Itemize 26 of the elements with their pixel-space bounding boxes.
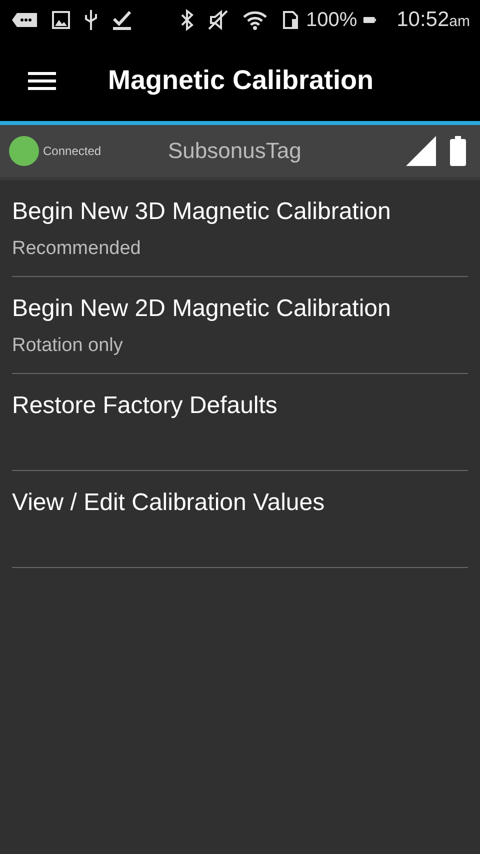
image-icon bbox=[52, 11, 70, 29]
item-subtitle: Rotation only bbox=[12, 335, 124, 357]
menu-icon[interactable] bbox=[28, 70, 56, 90]
item-title: Restore Factory Defaults bbox=[12, 392, 278, 420]
battery-percentage: 100% bbox=[306, 8, 358, 32]
item-subtitle: Recommended bbox=[12, 238, 142, 260]
menu-item[interactable]: View / Edit Calibration Values bbox=[12, 471, 468, 568]
message-icon bbox=[12, 12, 38, 28]
item-title: View / Edit Calibration Values bbox=[12, 489, 326, 517]
download-check-icon bbox=[112, 10, 132, 30]
mute-icon bbox=[208, 10, 228, 30]
screen-title: Magnetic Calibration bbox=[108, 65, 374, 96]
menu-item[interactable]: Restore Factory Defaults bbox=[12, 374, 468, 471]
signal-icon bbox=[406, 136, 436, 166]
battery-icon bbox=[450, 136, 466, 166]
usb-icon bbox=[84, 9, 98, 31]
sim-card-icon bbox=[282, 10, 300, 30]
item-title: Begin New 2D Magnetic Calibration bbox=[12, 295, 392, 323]
bluetooth-icon bbox=[180, 9, 194, 31]
device-name: SubsonusTag bbox=[168, 138, 302, 164]
connection-status: Connected bbox=[43, 144, 102, 158]
item-title: Begin New 3D Magnetic Calibration bbox=[12, 198, 392, 226]
clock: 10:52am bbox=[396, 8, 470, 32]
wifi-icon bbox=[242, 10, 268, 30]
menu-item[interactable]: Begin New 2D Magnetic Calibration Rotation only bbox=[12, 277, 468, 374]
menu-item[interactable]: Begin New 3D Magnetic Calibration Recommended bbox=[12, 180, 468, 277]
